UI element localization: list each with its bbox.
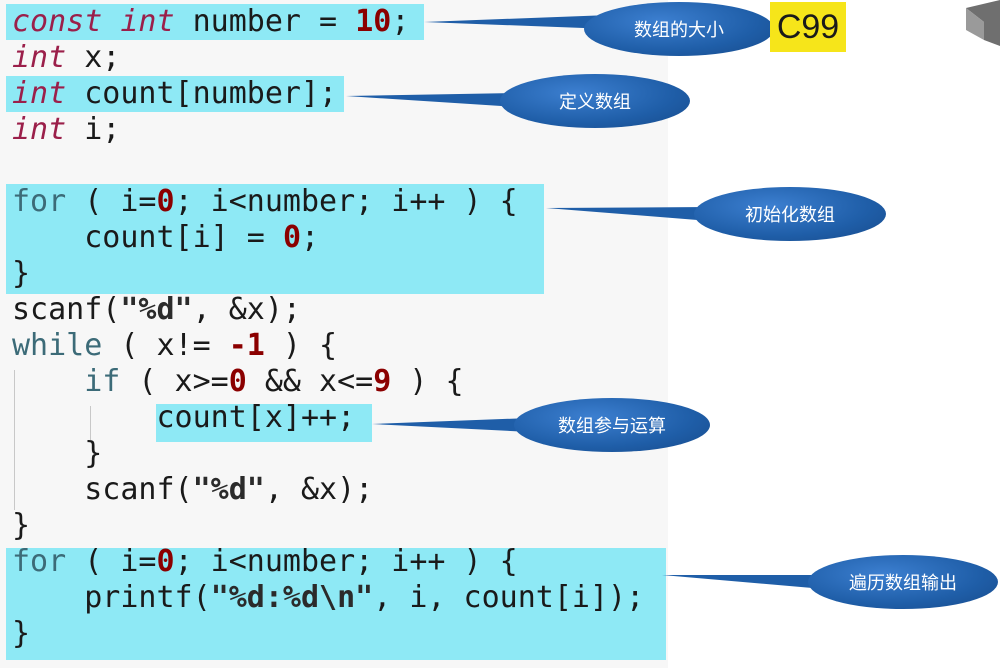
code-line: for ( i=0; i<number; i++ ) { [12,544,518,580]
code-token: , i, count[i]); [373,580,645,615]
c99-badge: C99 [770,2,846,52]
code-token: && x<= [246,364,374,399]
code-token: count[x]++; [12,400,356,435]
code-line: while ( x!= -1 ) { [12,328,337,364]
code-token: ; [301,220,320,255]
code-token: int [120,4,175,39]
code-token: int [12,40,67,75]
code-token: ) { [391,364,464,399]
callout-label: 定义数组 [559,92,631,113]
code-line: } [12,616,30,652]
code-token: ) { [264,328,338,363]
code-token: count[number]; [66,76,338,111]
code-token: ( x!= [102,328,229,363]
code-token: int [12,112,67,147]
connector-traverse-output [662,575,824,589]
callout-init-array: 初始化数组 [694,187,886,241]
callout-array-size: 数组的大小 [584,2,774,56]
callout-label: 数组参与运算 [558,416,666,437]
code-token: ( i= [66,184,157,219]
code-token: } [12,616,31,651]
code-line: count[x]++; [12,400,355,436]
code-token: "%d" [192,472,265,507]
code-line: if ( x>=0 && x<=9 ) { [12,364,464,400]
callout-label: 遍历数组输出 [849,573,957,594]
code-token: 0 [228,364,247,399]
code-token: ( i= [66,544,157,579]
callout-traverse-output: 遍历数组输出 [808,555,998,609]
callout-label: 初始化数组 [745,205,835,226]
code-token: ; [391,4,410,39]
code-token: ; i<number; i++ ) { [174,184,518,219]
code-token: , &x); [264,472,374,507]
code-token: "%d" [120,292,193,327]
code-token: 9 [373,364,392,399]
code-token: ( x>= [120,364,229,399]
code-token: scanf( [12,472,193,507]
code-line: const int number = 10; [12,4,409,40]
code-token: 0 [282,220,301,255]
code-token: i; [66,112,121,147]
code-token: ; i<number; i++ ) { [174,544,518,579]
code-token: scanf( [12,292,121,327]
code-token: if [84,364,121,399]
code-token: while [12,328,103,363]
corner-decoration-icon [966,0,1000,46]
code-line: scanf("%d", &x); [12,292,301,328]
code-token: x; [66,40,121,75]
code-token: number = [174,4,356,39]
code-token: const [12,4,121,39]
code-token: , &x); [192,292,301,327]
code-token: "%d:%d\n" [210,580,374,615]
code-token: 0 [156,184,175,219]
badge-label: C99 [776,7,840,46]
code-token: count[i] = [12,220,283,255]
code-line: int i; [12,112,120,148]
code-token: } [12,436,103,471]
code-line: int x; [12,40,120,76]
code-line: } [12,508,30,544]
callout-array-compute: 数组参与运算 [514,398,710,452]
code-line: int count[number]; [12,76,337,112]
callout-label: 数组的大小 [634,20,724,41]
code-token: -1 [228,328,265,363]
code-token: for [12,184,67,219]
code-token: } [12,256,31,291]
code-token: 0 [156,544,175,579]
code-line: count[i] = 0; [12,220,319,256]
callout-define-array: 定义数组 [500,74,690,128]
code-line: } [12,436,102,472]
code-line: printf("%d:%d\n", i, count[i]); [12,580,644,616]
code-line: } [12,256,30,292]
code-token: } [12,508,31,543]
code-line: for ( i=0; i<number; i++ ) { [12,184,518,220]
code-token: int [12,76,67,111]
code-token: for [12,544,67,579]
code-token: 10 [355,4,392,39]
code-line: scanf("%d", &x); [12,472,373,508]
code-token: printf( [12,580,211,615]
